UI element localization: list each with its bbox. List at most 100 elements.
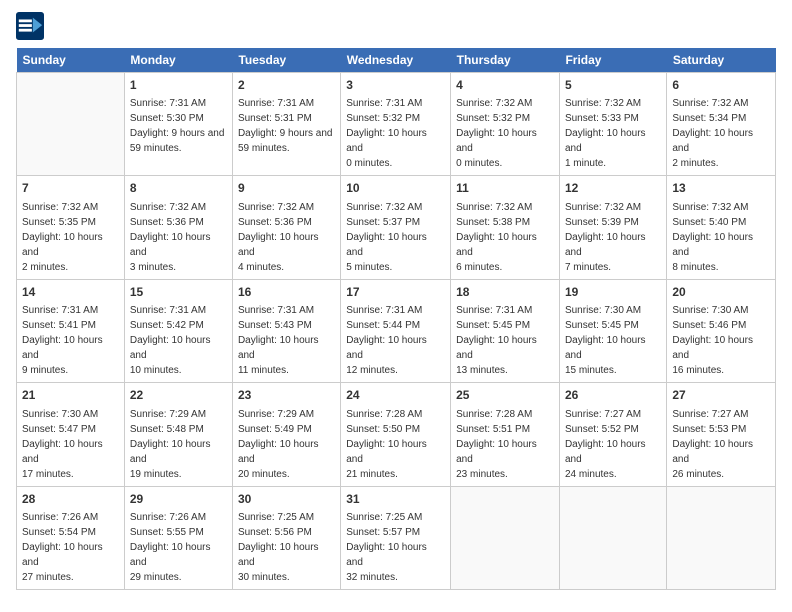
day-number: 7 [22, 180, 119, 197]
day-cell: 3Sunrise: 7:31 AMSunset: 5:32 PMDaylight… [341, 73, 451, 176]
header-cell-sunday: Sunday [17, 48, 125, 73]
day-info: Sunrise: 7:31 AMSunset: 5:45 PMDaylight:… [456, 303, 554, 378]
header-cell-friday: Friday [559, 48, 666, 73]
day-cell [559, 486, 666, 589]
header-cell-wednesday: Wednesday [341, 48, 451, 73]
day-info: Sunrise: 7:29 AMSunset: 5:48 PMDaylight:… [130, 407, 227, 482]
day-cell: 25Sunrise: 7:28 AMSunset: 5:51 PMDayligh… [451, 383, 560, 486]
day-number: 15 [130, 284, 227, 301]
day-number: 3 [346, 77, 445, 94]
day-info: Sunrise: 7:32 AMSunset: 5:39 PMDaylight:… [565, 200, 661, 275]
day-cell: 18 Sunrise: 7:31 AMSunset: 5:45 PMDayligh… [451, 279, 560, 382]
day-info: Sunrise: 7:32 AMSunset: 5:40 PMDaylight:… [672, 200, 770, 275]
day-number: 18 [456, 284, 554, 301]
header-cell-thursday: Thursday [451, 48, 560, 73]
day-info: Sunrise: 7:27 AMSunset: 5:52 PMDaylight:… [565, 407, 661, 482]
day-cell: 2 Sunrise: 7:31 AMSunset: 5:31 PMDaylight… [232, 73, 340, 176]
day-cell: 29 Sunrise: 7:26 AMSunset: 5:55 PMDayligh… [124, 486, 232, 589]
logo-icon [16, 12, 44, 40]
day-info: Sunrise: 7:32 AMSunset: 5:35 PMDaylight:… [22, 200, 119, 275]
day-cell: 31Sunrise: 7:25 AMSunset: 5:57 PMDayligh… [341, 486, 451, 589]
day-number: 13 [672, 180, 770, 197]
day-cell: 10 Sunrise: 7:32 AMSunset: 5:37 PMDayligh… [341, 176, 451, 279]
day-cell: 1Sunrise: 7:31 AMSunset: 5:30 PMDaylight… [124, 73, 232, 176]
day-number: 20 [672, 284, 770, 301]
day-info: Sunrise: 7:30 AMSunset: 5:46 PMDaylight:… [672, 303, 770, 378]
day-number: 10 [346, 180, 445, 197]
day-cell: 21 Sunrise: 7:30 AMSunset: 5:47 PMDayligh… [17, 383, 125, 486]
day-cell: 19 Sunrise: 7:30 AMSunset: 5:45 PMDayligh… [559, 279, 666, 382]
day-number: 23 [238, 387, 335, 404]
day-number: 6 [672, 77, 770, 94]
day-cell: 16Sunrise: 7:31 AMSunset: 5:43 PMDayligh… [232, 279, 340, 382]
day-cell: 23 Sunrise: 7:29 AMSunset: 5:49 PMDayligh… [232, 383, 340, 486]
day-info: Sunrise: 7:28 AMSunset: 5:50 PMDaylight:… [346, 407, 445, 482]
day-number: 17 [346, 284, 445, 301]
day-number: 19 [565, 284, 661, 301]
day-number: 25 [456, 387, 554, 404]
day-info: Sunrise: 7:25 AMSunset: 5:56 PMDaylight:… [238, 510, 335, 585]
day-cell: 20 Sunrise: 7:30 AMSunset: 5:46 PMDayligh… [667, 279, 776, 382]
day-info: Sunrise: 7:32 AMSunset: 5:34 PMDaylight:… [672, 96, 770, 171]
day-cell: 28 Sunrise: 7:26 AMSunset: 5:54 PMDayligh… [17, 486, 125, 589]
day-number: 11 [456, 180, 554, 197]
day-cell: 13 Sunrise: 7:32 AMSunset: 5:40 PMDayligh… [667, 176, 776, 279]
day-number: 12 [565, 180, 661, 197]
day-number: 4 [456, 77, 554, 94]
day-number: 24 [346, 387, 445, 404]
day-number: 14 [22, 284, 119, 301]
day-number: 28 [22, 491, 119, 508]
day-number: 30 [238, 491, 335, 508]
day-cell: 12 Sunrise: 7:32 AMSunset: 5:39 PMDayligh… [559, 176, 666, 279]
day-number: 5 [565, 77, 661, 94]
day-cell [667, 486, 776, 589]
day-info: Sunrise: 7:26 AMSunset: 5:55 PMDaylight:… [130, 510, 227, 585]
week-row-4: 28 Sunrise: 7:26 AMSunset: 5:54 PMDayligh… [17, 486, 776, 589]
day-info: Sunrise: 7:27 AMSunset: 5:53 PMDaylight:… [672, 407, 770, 482]
day-number: 1 [130, 77, 227, 94]
week-row-0: 1Sunrise: 7:31 AMSunset: 5:30 PMDaylight… [17, 73, 776, 176]
logo [16, 12, 48, 40]
header-cell-tuesday: Tuesday [232, 48, 340, 73]
day-info: Sunrise: 7:32 AMSunset: 5:36 PMDaylight:… [130, 200, 227, 275]
week-row-3: 21 Sunrise: 7:30 AMSunset: 5:47 PMDayligh… [17, 383, 776, 486]
day-info: Sunrise: 7:32 AMSunset: 5:37 PMDaylight:… [346, 200, 445, 275]
day-cell: 27Sunrise: 7:27 AMSunset: 5:53 PMDayligh… [667, 383, 776, 486]
day-cell: 8 Sunrise: 7:32 AMSunset: 5:36 PMDaylight… [124, 176, 232, 279]
header-row: SundayMondayTuesdayWednesdayThursdayFrid… [17, 48, 776, 73]
day-number: 2 [238, 77, 335, 94]
day-cell: 22 Sunrise: 7:29 AMSunset: 5:48 PMDayligh… [124, 383, 232, 486]
day-info: Sunrise: 7:31 AMSunset: 5:44 PMDaylight:… [346, 303, 445, 378]
day-info: Sunrise: 7:32 AMSunset: 5:36 PMDaylight:… [238, 200, 335, 275]
header-cell-saturday: Saturday [667, 48, 776, 73]
day-cell: 17 Sunrise: 7:31 AMSunset: 5:44 PMDayligh… [341, 279, 451, 382]
day-info: Sunrise: 7:31 AMSunset: 5:42 PMDaylight:… [130, 303, 227, 378]
page: SundayMondayTuesdayWednesdayThursdayFrid… [0, 0, 792, 602]
day-number: 22 [130, 387, 227, 404]
day-cell: 14Sunrise: 7:31 AMSunset: 5:41 PMDayligh… [17, 279, 125, 382]
day-cell: 7 Sunrise: 7:32 AMSunset: 5:35 PMDaylight… [17, 176, 125, 279]
day-info: Sunrise: 7:26 AMSunset: 5:54 PMDaylight:… [22, 510, 119, 585]
day-info: Sunrise: 7:30 AMSunset: 5:47 PMDaylight:… [22, 407, 119, 482]
header [16, 12, 776, 40]
day-number: 8 [130, 180, 227, 197]
day-info: Sunrise: 7:25 AMSunset: 5:57 PMDaylight:… [346, 510, 445, 585]
day-cell: 26Sunrise: 7:27 AMSunset: 5:52 PMDayligh… [559, 383, 666, 486]
day-cell: 5 Sunrise: 7:32 AMSunset: 5:33 PMDaylight… [559, 73, 666, 176]
day-info: Sunrise: 7:31 AMSunset: 5:31 PMDaylight:… [238, 96, 335, 156]
day-number: 29 [130, 491, 227, 508]
day-cell: 11Sunrise: 7:32 AMSunset: 5:38 PMDayligh… [451, 176, 560, 279]
day-number: 9 [238, 180, 335, 197]
day-info: Sunrise: 7:29 AMSunset: 5:49 PMDaylight:… [238, 407, 335, 482]
day-cell: 9 Sunrise: 7:32 AMSunset: 5:36 PMDaylight… [232, 176, 340, 279]
day-number: 21 [22, 387, 119, 404]
day-cell: 4 Sunrise: 7:32 AMSunset: 5:32 PMDaylight… [451, 73, 560, 176]
day-info: Sunrise: 7:32 AMSunset: 5:32 PMDaylight:… [456, 96, 554, 171]
day-number: 16 [238, 284, 335, 301]
day-info: Sunrise: 7:32 AMSunset: 5:33 PMDaylight:… [565, 96, 661, 171]
day-info: Sunrise: 7:30 AMSunset: 5:45 PMDaylight:… [565, 303, 661, 378]
calendar-table: SundayMondayTuesdayWednesdayThursdayFrid… [16, 48, 776, 590]
day-cell [451, 486, 560, 589]
week-row-1: 7 Sunrise: 7:32 AMSunset: 5:35 PMDaylight… [17, 176, 776, 279]
day-cell: 6 Sunrise: 7:32 AMSunset: 5:34 PMDaylight… [667, 73, 776, 176]
